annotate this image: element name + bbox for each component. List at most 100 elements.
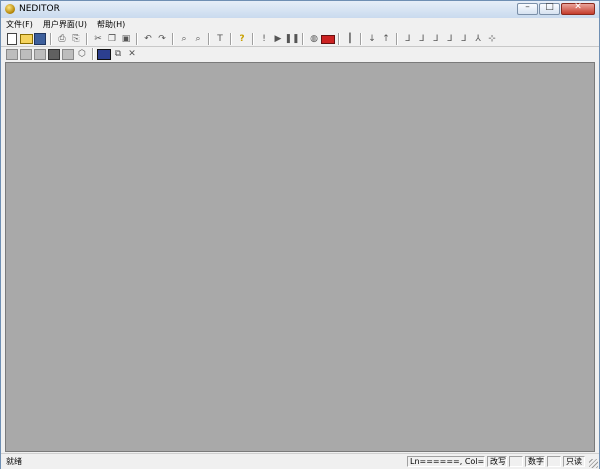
branch-3-icon: ⅃ [433,34,439,44]
toolbar-separator [50,33,52,45]
help-button[interactable]: ? [235,33,249,46]
branch-6-button[interactable]: ⅄ [471,33,485,46]
resize-grip[interactable] [589,459,598,468]
component-icon: ◍ [310,34,318,44]
menu-user-interface[interactable]: 用户界面(U) [38,19,92,31]
branch-4-button[interactable]: ⅃ [443,33,457,46]
block-button[interactable] [47,48,61,61]
cursor-position-panel: Ln======, Col=== [407,456,485,467]
panel-icon [20,48,32,60]
save-button[interactable] [33,33,47,46]
step-out-button[interactable]: ↑ [379,33,393,46]
block-icon [48,48,60,60]
branch-1-icon: ⅃ [405,34,411,44]
branch-7-icon: ⊹ [488,34,496,44]
maximize-button[interactable]: □ [539,2,560,15]
find-next-icon: ⌕ [195,34,201,44]
branch-5-button[interactable]: ⅃ [457,33,471,46]
save-icon [34,33,46,45]
minimize-icon: – [525,2,530,12]
pause-icon: ❚❚ [284,34,300,44]
layout-toolbar: ⬡ ⧉ ✕ [5,47,139,61]
menu-file[interactable]: 文件(F) [1,19,38,31]
cut-button[interactable]: ✂ [91,33,105,46]
step-out-icon: ↑ [382,34,390,44]
menu-help[interactable]: 帮助(H) [92,19,130,31]
new-file-button[interactable] [5,33,19,46]
overwrite-panel: 改写 [487,456,507,467]
close-icon: ✕ [574,2,582,12]
branch-6-icon: ⅄ [475,34,481,44]
find-icon: ⌕ [181,34,187,44]
toolbar-separator [208,33,210,45]
app-icon[interactable] [5,4,15,14]
record-icon [321,34,335,44]
toolbar-separator [252,33,254,45]
window-title: NEDITOR [19,4,60,14]
component-button[interactable]: ◍ [307,33,321,46]
delete-button[interactable]: ✕ [125,48,139,61]
open-folder-icon [19,34,33,44]
image-icon [34,48,46,60]
print-button[interactable]: ⎙ [55,33,69,46]
play-button[interactable]: ▶ [271,33,285,46]
branch-2-button[interactable]: ⅃ [415,33,429,46]
copy-icon: ❐ [107,34,117,44]
image-button[interactable] [33,48,47,61]
branch-7-button[interactable]: ⊹ [485,33,499,46]
branch-4-icon: ⅃ [447,34,453,44]
find-button[interactable]: ⌕ [177,33,191,46]
toolbar-separator [338,33,340,45]
form-button[interactable] [97,48,111,61]
copy-button[interactable]: ❐ [105,33,119,46]
run-button[interactable]: ! [257,33,271,46]
panel-button[interactable] [19,48,33,61]
readonly-panel: 只读 [563,456,585,467]
toolbar-separator [230,33,232,45]
minimize-button[interactable]: – [517,2,538,15]
main-toolbar: ⎙ ⎘ ✂ ❐ ▣ ↶ ↷ ⌕ ⌕ T?! ▶ ❚❚ ◍ ┃ ↓ ↑ ⅃ ⅃ ⅃ ⅃ ⅃ ⅄ ⊹ [5,32,499,46]
duplicate-button[interactable]: ⧉ [111,48,125,61]
print-preview-button[interactable]: ⎘ [69,33,83,46]
close-button[interactable]: ✕ [561,2,595,15]
window-button[interactable] [61,48,75,61]
toolbar-separator [86,33,88,45]
text-button[interactable]: T [213,33,227,46]
branch-5-icon: ⅃ [461,34,467,44]
step-in-button[interactable]: ↓ [365,33,379,46]
branch-3-button[interactable]: ⅃ [429,33,443,46]
open-folder-button[interactable] [19,33,33,46]
delete-icon: ✕ [128,49,136,59]
frame-icon [6,48,18,60]
new-file-icon [7,33,17,45]
toolbar-separator [172,33,174,45]
undo-icon: ↶ [144,34,152,44]
print-icon: ⎙ [58,34,66,44]
step-in-icon: ↓ [368,34,376,44]
find-next-button[interactable]: ⌕ [191,33,205,46]
vertical-bar-button[interactable]: ┃ [343,33,357,46]
toolbar-separator [302,33,304,45]
shape-button[interactable]: ⬡ [75,48,89,61]
window-icon [62,48,74,60]
branch-2-icon: ⅃ [419,34,425,44]
redo-button[interactable]: ↷ [155,33,169,46]
play-icon: ▶ [274,34,282,44]
record-button[interactable] [321,33,335,46]
undo-button[interactable]: ↶ [141,33,155,46]
toolbar-separator [360,33,362,45]
branch-1-button[interactable]: ⅃ [401,33,415,46]
mdi-client-area[interactable] [5,62,595,452]
status-bar: 就绪 Ln======, Col=== 改写 数字 只读 [1,453,599,469]
run-icon: ! [262,34,266,44]
paste-button[interactable]: ▣ [119,33,133,46]
title-bar[interactable]: NEDITOR – □ ✕ [1,1,599,19]
status-message: 就绪 [6,457,22,466]
shape-icon: ⬡ [78,49,86,59]
print-preview-icon: ⎘ [72,34,80,44]
paste-icon: ▣ [121,34,131,44]
frame-button[interactable] [5,48,19,61]
redo-icon: ↷ [158,34,166,44]
empty-panel-2 [547,456,561,467]
pause-button[interactable]: ❚❚ [284,33,300,46]
